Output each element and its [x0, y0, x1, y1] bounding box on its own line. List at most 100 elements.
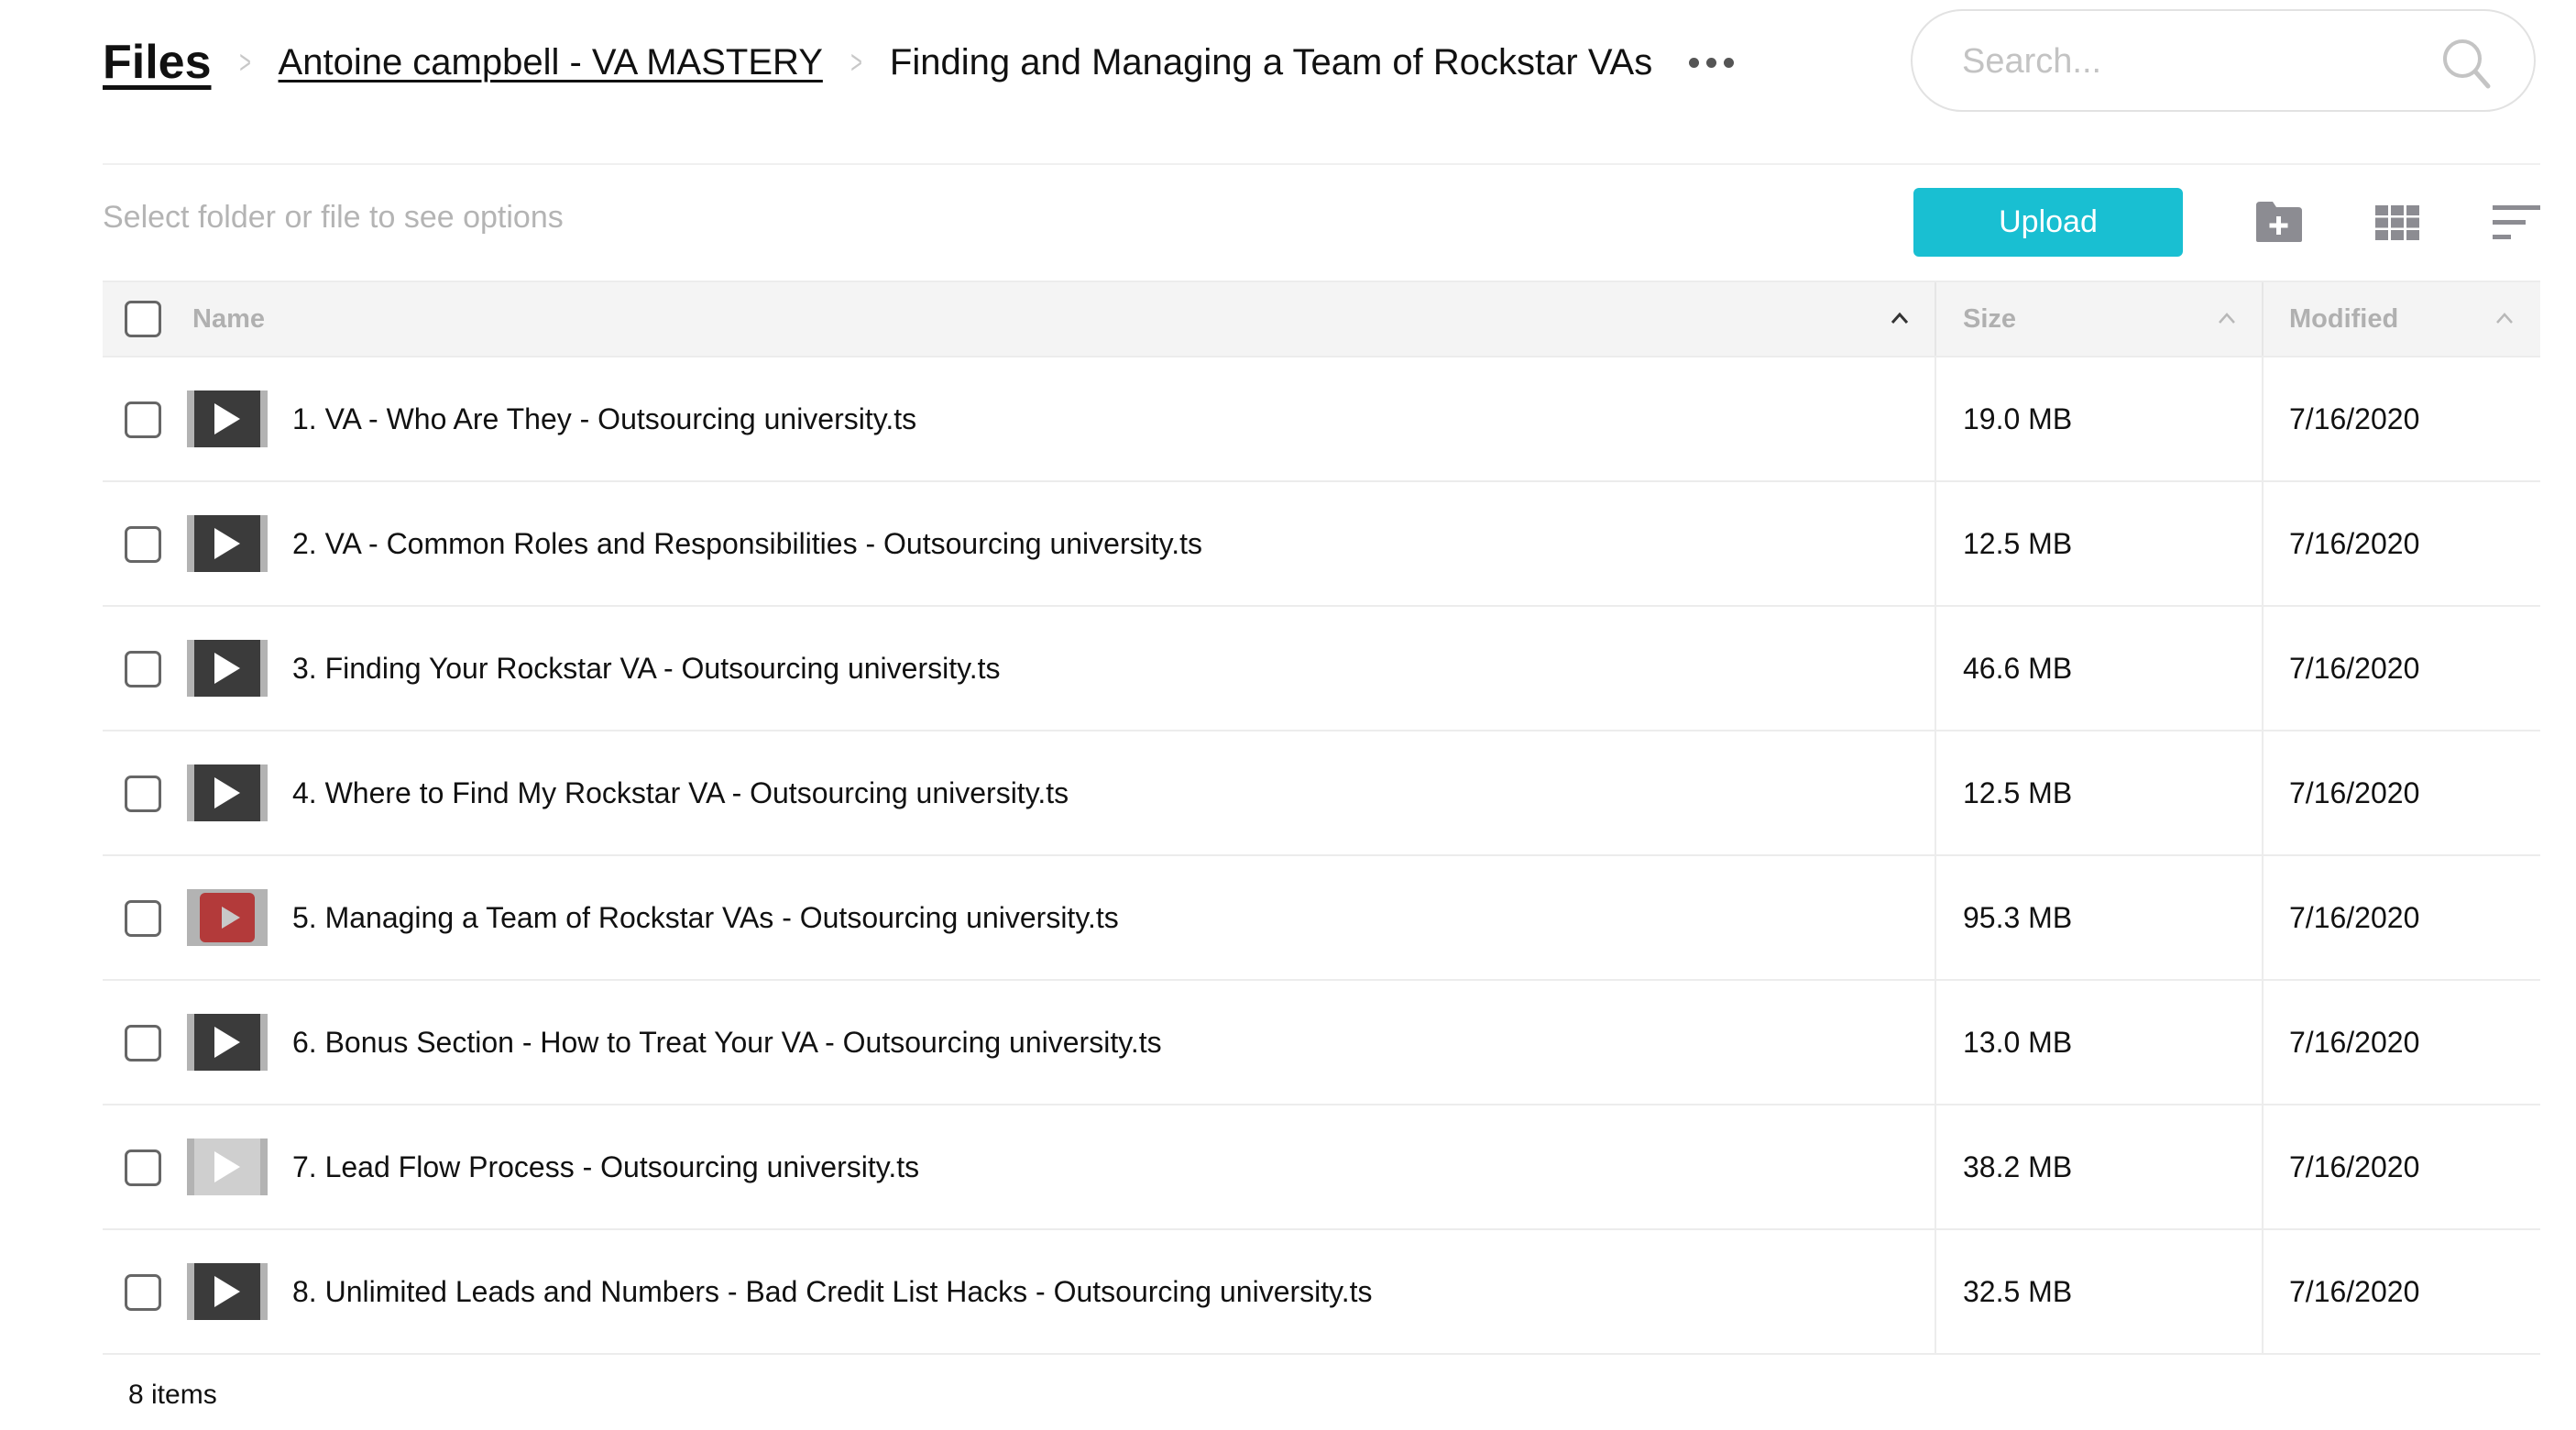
- column-divider: [2262, 482, 2264, 605]
- video-thumbnail: [187, 1014, 268, 1071]
- file-modified: 7/16/2020: [2289, 1275, 2420, 1308]
- column-divider: [2262, 282, 2264, 356]
- video-thumbnail: [187, 889, 268, 946]
- more-horizontal-icon[interactable]: [1689, 57, 1735, 68]
- video-thumbnail: [187, 764, 268, 821]
- video-thumbnail: [187, 1138, 268, 1195]
- file-modified: 7/16/2020: [2289, 652, 2420, 685]
- file-size: 46.6 MB: [1963, 652, 2073, 685]
- file-name[interactable]: 7. Lead Flow Process - Outsourcing unive…: [292, 1106, 919, 1228]
- file-modified: 7/16/2020: [2289, 1150, 2420, 1183]
- search-icon[interactable]: [2439, 35, 2494, 90]
- selection-hint: Select folder or file to see options: [103, 200, 564, 235]
- video-thumbnail: [187, 390, 268, 447]
- search-box: [1911, 9, 2536, 112]
- file-size: 12.5 MB: [1963, 776, 2073, 809]
- file-name[interactable]: 6. Bonus Section - How to Treat Your VA …: [292, 981, 1162, 1104]
- file-name[interactable]: 1. VA - Who Are They - Outsourcing unive…: [292, 358, 916, 480]
- column-divider: [2262, 358, 2264, 480]
- file-name[interactable]: 3. Finding Your Rockstar VA - Outsourcin…: [292, 607, 1001, 730]
- file-size: 13.0 MB: [1963, 1026, 2073, 1059]
- file-name[interactable]: 5. Managing a Team of Rockstar VAs - Out…: [292, 856, 1119, 979]
- file-modified: 7/16/2020: [2289, 402, 2420, 435]
- column-divider: [2262, 981, 2264, 1104]
- column-divider: [2262, 607, 2264, 730]
- column-divider: [1935, 732, 1936, 854]
- play-icon: [214, 653, 240, 684]
- upload-button[interactable]: Upload: [1913, 188, 2183, 257]
- breadcrumb-parent-link[interactable]: Antoine campbell - VA MASTERY: [279, 42, 823, 83]
- grid-view-icon[interactable]: [2375, 205, 2419, 240]
- play-icon: [214, 1151, 240, 1182]
- row-checkbox[interactable]: [125, 526, 161, 563]
- file-table: Name Size Modified 1. VA - Who Are They …: [103, 280, 2540, 1355]
- header-divider: [103, 163, 2540, 165]
- chevron-right-icon: >: [850, 43, 862, 81]
- file-size: 12.5 MB: [1963, 527, 2073, 560]
- table-body: 1. VA - Who Are They - Outsourcing unive…: [103, 358, 2540, 1355]
- sort-caret-up-icon[interactable]: [1890, 308, 1910, 328]
- file-size: 32.5 MB: [1963, 1275, 2073, 1308]
- column-divider: [1935, 981, 1936, 1104]
- row-checkbox[interactable]: [125, 402, 161, 438]
- file-name[interactable]: 4. Where to Find My Rockstar VA - Outsou…: [292, 732, 1069, 854]
- table-row[interactable]: 4. Where to Find My Rockstar VA - Outsou…: [103, 732, 2540, 856]
- breadcrumb-files-link[interactable]: Files: [103, 35, 212, 90]
- video-thumbnail: [187, 640, 268, 697]
- row-checkbox[interactable]: [125, 1025, 161, 1062]
- column-divider: [2262, 1230, 2264, 1353]
- table-header: Name Size Modified: [103, 280, 2540, 358]
- column-divider: [2262, 732, 2264, 854]
- column-header-name[interactable]: Name: [192, 282, 265, 356]
- play-icon: [214, 528, 240, 559]
- video-thumbnail: [187, 1263, 268, 1320]
- table-row[interactable]: 5. Managing a Team of Rockstar VAs - Out…: [103, 856, 2540, 981]
- sort-caret-up-icon[interactable]: [2494, 308, 2515, 328]
- column-header-modified[interactable]: Modified: [2289, 282, 2398, 356]
- chevron-right-icon: >: [238, 43, 251, 81]
- column-divider: [1935, 856, 1936, 979]
- sort-caret-up-icon[interactable]: [2217, 308, 2237, 328]
- column-divider: [1935, 482, 1936, 605]
- row-checkbox[interactable]: [125, 776, 161, 812]
- play-icon: [214, 777, 240, 808]
- table-row[interactable]: 8. Unlimited Leads and Numbers - Bad Cre…: [103, 1230, 2540, 1355]
- breadcrumb: Files > Antoine campbell - VA MASTERY > …: [103, 26, 1735, 99]
- file-modified: 7/16/2020: [2289, 527, 2420, 560]
- file-modified: 7/16/2020: [2289, 901, 2420, 934]
- play-icon: [214, 1276, 240, 1307]
- row-checkbox[interactable]: [125, 1150, 161, 1186]
- column-divider: [2262, 1106, 2264, 1228]
- column-divider: [1935, 1230, 1936, 1353]
- column-divider: [1935, 1106, 1936, 1228]
- play-icon: [214, 1027, 240, 1058]
- row-checkbox[interactable]: [125, 900, 161, 937]
- table-row[interactable]: 6. Bonus Section - How to Treat Your VA …: [103, 981, 2540, 1106]
- table-row[interactable]: 1. VA - Who Are They - Outsourcing unive…: [103, 358, 2540, 482]
- table-row[interactable]: 3. Finding Your Rockstar VA - Outsourcin…: [103, 607, 2540, 732]
- sort-icon[interactable]: [2493, 205, 2540, 240]
- play-icon: [214, 403, 240, 434]
- file-name[interactable]: 2. VA - Common Roles and Responsibilitie…: [292, 482, 1202, 605]
- item-count: 8 items: [128, 1380, 217, 1410]
- file-size: 38.2 MB: [1963, 1150, 2073, 1183]
- file-modified: 7/16/2020: [2289, 1026, 2420, 1059]
- table-row[interactable]: 7. Lead Flow Process - Outsourcing unive…: [103, 1106, 2540, 1230]
- column-divider: [1935, 358, 1936, 480]
- file-name[interactable]: 8. Unlimited Leads and Numbers - Bad Cre…: [292, 1230, 1373, 1353]
- column-divider: [1935, 282, 1936, 356]
- column-divider: [1935, 607, 1936, 730]
- play-icon: [222, 907, 240, 929]
- column-divider: [2262, 856, 2264, 979]
- file-modified: 7/16/2020: [2289, 776, 2420, 809]
- select-all-checkbox[interactable]: [125, 301, 161, 337]
- row-checkbox[interactable]: [125, 651, 161, 688]
- file-size: 19.0 MB: [1963, 402, 2073, 435]
- file-size: 95.3 MB: [1963, 901, 2073, 934]
- column-header-size[interactable]: Size: [1963, 282, 2016, 356]
- table-row[interactable]: 2. VA - Common Roles and Responsibilitie…: [103, 482, 2540, 607]
- row-checkbox[interactable]: [125, 1274, 161, 1311]
- breadcrumb-current: Finding and Managing a Team of Rockstar …: [889, 41, 1653, 82]
- new-folder-icon[interactable]: [2254, 200, 2304, 244]
- search-input[interactable]: [1960, 11, 2440, 112]
